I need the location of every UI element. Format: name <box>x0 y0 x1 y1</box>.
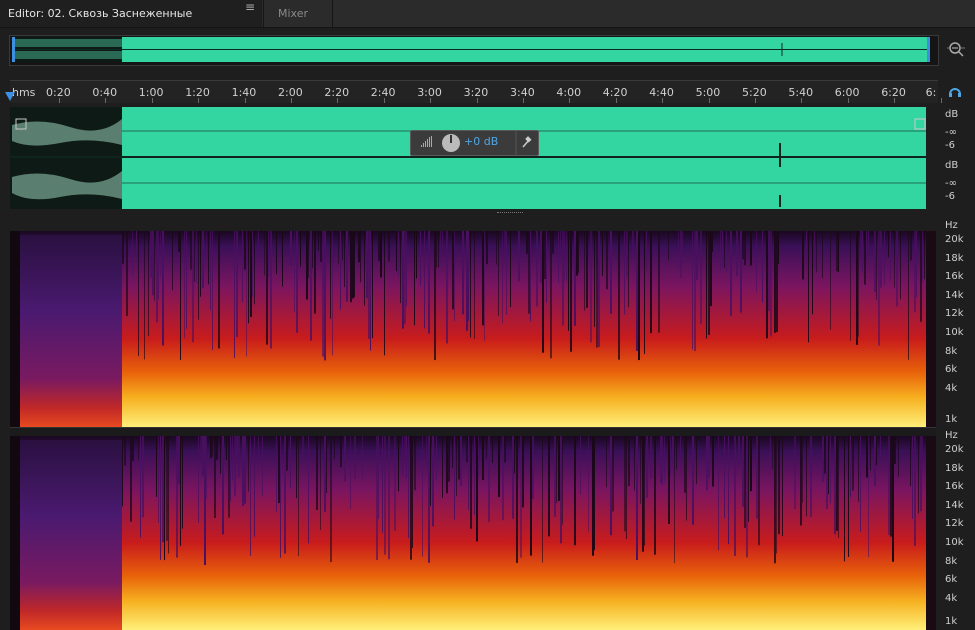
playhead-handle[interactable] <box>5 92 15 101</box>
ruler-tick <box>569 98 571 103</box>
hz-label: 10k <box>945 327 964 338</box>
hz-unit-label: Hz <box>945 430 958 441</box>
zoom-navigator-icon[interactable] <box>945 38 967 60</box>
overview-visible-range[interactable] <box>12 37 930 62</box>
db-unit-label: dB <box>945 109 959 120</box>
hz-label: 4k <box>945 382 958 394</box>
hz-label: 10k <box>945 537 964 548</box>
ruler-tick <box>59 98 60 103</box>
tab-menu-icon[interactable]: ≡ <box>245 0 255 14</box>
db-minus6-label-2: -6 <box>945 191 955 202</box>
db-neg-inf-label: -∞ <box>945 127 957 138</box>
ruler-tick <box>940 98 942 103</box>
ruler-tick <box>291 98 292 103</box>
headphone-icon[interactable] <box>947 84 963 98</box>
hz-label: 6k <box>945 574 958 586</box>
hz-label: 16k <box>945 481 964 493</box>
hz-scale-1: Hz 20k 18k 16k 14k 12k 10k 8k 6k 4k 1k <box>936 218 975 428</box>
gain-hud[interactable]: +0 dB <box>410 130 539 156</box>
hz-label: 6k <box>945 364 958 376</box>
ruler-tick <box>383 98 385 103</box>
ruler-tick <box>662 98 664 103</box>
ruler-tick <box>755 98 756 103</box>
hz-unit-label: Hz <box>945 220 958 231</box>
hz-label: 14k <box>945 289 964 301</box>
hz-label: 18k <box>945 462 964 474</box>
ruler-tick <box>615 98 617 103</box>
ruler-tick <box>105 98 107 103</box>
ruler-tick <box>430 98 432 103</box>
spectrogram-channel-1[interactable] <box>10 231 936 427</box>
ruler-tick <box>151 98 153 103</box>
ruler-tick <box>476 98 478 103</box>
hz-label: 8k <box>945 555 958 567</box>
hz-label: 18k <box>945 252 964 264</box>
ruler-tick <box>198 98 200 103</box>
hz-label: 14k <box>945 499 964 511</box>
ruler-tick <box>894 98 896 103</box>
hud-gain-value: +0 dB <box>464 135 499 148</box>
panel-divider-grip[interactable] <box>497 212 523 216</box>
spectrogram-graphic-1 <box>10 231 936 427</box>
hz-label: 20k <box>945 444 964 455</box>
ruler-tick <box>847 98 849 103</box>
ruler-tick <box>337 98 339 103</box>
hz-scale-2: Hz 20k 18k 16k 14k 12k 10k 8k 6k 4k 1k <box>936 428 975 630</box>
pin-icon <box>522 136 532 148</box>
db-scale: dB -∞ -6 dB -∞ -6 <box>936 107 975 209</box>
level-bars-icon <box>421 136 432 147</box>
overview-navigator[interactable] <box>9 35 939 66</box>
ruler-unit-label: hms <box>12 86 36 99</box>
ruler-tick <box>523 98 524 103</box>
ruler-tick <box>801 98 803 103</box>
editor-tab-bar: Editor: 02. Сквозь Заснеженные Берега.mp… <box>0 0 975 47</box>
hz-label: 4k <box>945 592 958 604</box>
ruler-tick <box>708 98 710 103</box>
hz-label: 1k <box>945 616 958 627</box>
waveform-display[interactable] <box>10 107 926 209</box>
time-ruler[interactable]: hms 0:20 0:40 1:00 1:20 1:40 2:00 2:20 2:40 3:00… <box>10 80 942 103</box>
db-neg-inf-label-2: -∞ <box>945 178 957 189</box>
hz-label: 1k <box>945 414 958 425</box>
ruler-label: 6: <box>925 86 937 99</box>
tab-editor[interactable]: Editor: 02. Сквозь Заснеженные Берега.mp… <box>0 0 262 47</box>
tab-mixer-label: Mixer <box>278 7 309 20</box>
spectrogram-graphic-2 <box>10 436 936 630</box>
hz-label: 20k <box>945 234 964 245</box>
waveform-graphic <box>10 107 926 209</box>
hz-label: 12k <box>945 518 964 530</box>
spectrogram-channel-2[interactable] <box>10 436 936 630</box>
db-unit-label-2: dB <box>945 160 959 171</box>
overview-waveform <box>12 37 930 62</box>
hz-label: 8k <box>945 345 958 357</box>
ruler-tick <box>244 98 246 103</box>
hz-label: 16k <box>945 271 964 283</box>
hz-label: 12k <box>945 308 964 320</box>
tab-mixer[interactable]: Mixer <box>263 0 333 27</box>
db-minus6-label: -6 <box>945 140 955 151</box>
